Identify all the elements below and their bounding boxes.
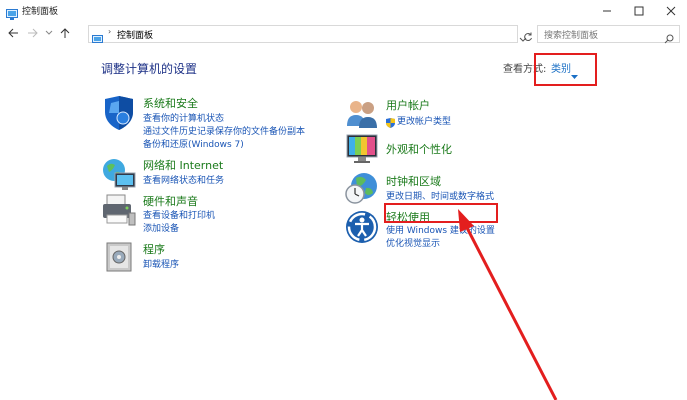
annotation-arrow xyxy=(458,209,558,400)
